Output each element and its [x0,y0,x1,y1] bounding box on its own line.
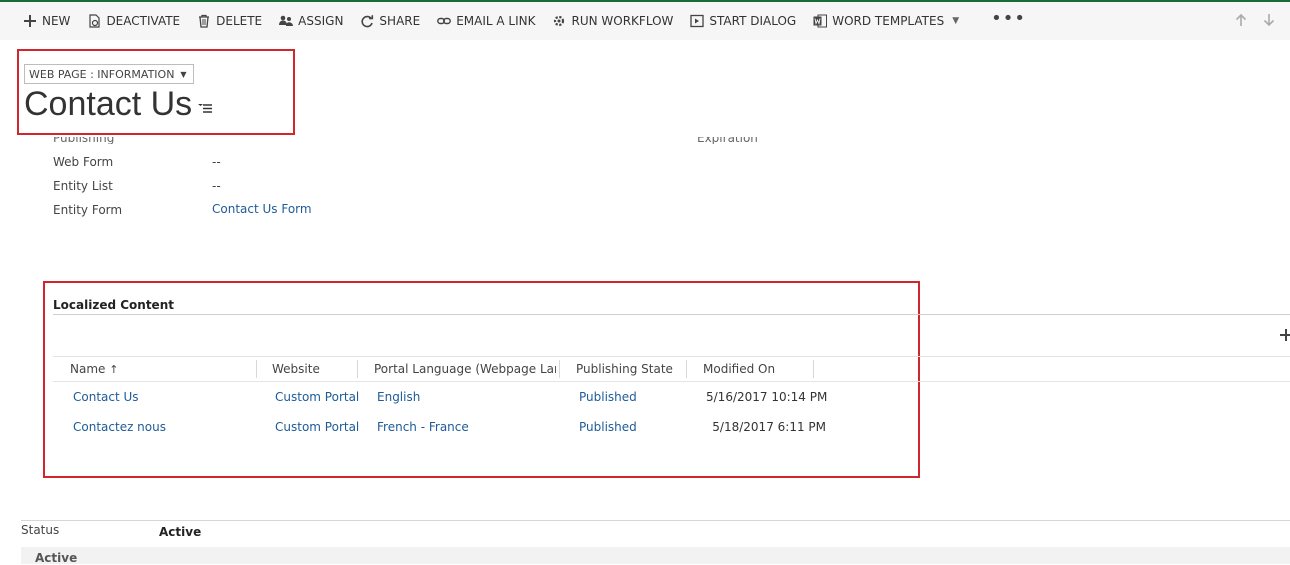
row-website-link[interactable]: Custom Portal [275,390,359,404]
deactivate-button[interactable]: DEACTIVATE [78,2,188,40]
column-separator[interactable] [357,360,358,378]
assign-icon [278,13,294,29]
row-website-link[interactable]: Custom Portal [275,420,359,434]
status-footer-bar [21,547,1290,564]
row-modified-on: 5/18/2017 6:11 PM [712,420,826,434]
delete-button[interactable]: DELETE [188,2,270,40]
field-value-entity-list[interactable]: -- [212,179,221,193]
hidden-field-label-right: Expiration Date [697,137,758,144]
form-selector-dropdown[interactable]: WEB PAGE : INFORMATION ▼ [24,64,194,84]
field-value-entity-form-link[interactable]: Contact Us Form [212,202,312,216]
workflow-icon [551,13,567,29]
column-separator[interactable] [559,360,560,378]
localized-content-section-title: Localized Content [53,298,174,312]
assign-button[interactable]: ASSIGN [270,2,351,40]
share-button[interactable]: SHARE [351,2,428,40]
word-templates-button-label: WORD TEMPLATES [832,14,945,28]
plus-icon [22,13,38,29]
column-separator[interactable] [256,360,257,378]
status-divider [21,520,1290,521]
row-language-link[interactable]: English [377,390,420,404]
delete-button-label: DELETE [216,14,263,28]
row-modified-on: 5/16/2017 10:14 PM [706,390,828,404]
arrow-down-icon[interactable] [1262,13,1278,29]
column-header-name[interactable]: Name ↑ [70,362,118,376]
add-record-icon[interactable] [1279,327,1290,341]
row-language-link[interactable]: French - France [377,420,469,434]
form-selector-label: WEB PAGE : INFORMATION [29,67,175,81]
status-label: Status [21,523,60,537]
status-footer-text: Active [35,551,78,565]
title-menu-icon[interactable] [196,100,216,116]
share-icon [359,13,375,29]
row-name-link[interactable]: Contactez nous [73,420,166,434]
assign-button-label: ASSIGN [298,14,344,28]
record-navigation [1234,2,1290,40]
row-name-link[interactable]: Contact Us [73,390,139,404]
new-button-label: NEW [42,14,71,28]
column-header-modified-on[interactable]: Modified On [703,362,775,376]
column-separator[interactable] [686,360,687,378]
column-header-website[interactable]: Website [272,362,320,376]
sort-ascending-icon: ↑ [109,363,119,376]
new-button[interactable]: NEW [0,2,78,40]
email-link-button-label: EMAIL A LINK [456,14,536,28]
hidden-field-label: Publishing State [53,137,115,144]
command-bar: NEW DEACTIVATE DELETE ASSIGN SHARE EMAIL… [0,2,1290,40]
field-label-entity-list: Entity List [53,179,113,193]
field-label-web-form: Web Form [53,155,114,169]
status-value: Active [159,525,202,539]
share-button-label: SHARE [379,14,421,28]
section-divider [53,314,1290,315]
field-label-entity-form: Entity Form [53,203,123,217]
page-title: Contact Us [24,85,193,123]
column-header-portal-language[interactable]: Portal Language (Webpage Lang... [374,362,556,376]
trash-icon [196,13,212,29]
start-dialog-button[interactable]: START DIALOG [681,2,804,40]
email-link-button[interactable]: EMAIL A LINK [428,2,543,40]
arrow-up-icon[interactable] [1234,13,1250,29]
column-separator[interactable] [813,360,814,378]
row-state-link[interactable]: Published [579,390,637,404]
row-state-link[interactable]: Published [579,420,637,434]
dialog-icon [689,13,705,29]
column-header-name-label: Name [70,362,106,376]
word-templates-button[interactable]: WORD TEMPLATES ▼ [804,2,967,40]
run-workflow-button[interactable]: RUN WORKFLOW [543,2,681,40]
caret-down-icon: ▼ [180,69,187,79]
deactivate-icon [86,13,102,29]
start-dialog-button-label: START DIALOG [709,14,797,28]
run-workflow-button-label: RUN WORKFLOW [571,14,674,28]
chevron-down-icon: ▼ [952,16,960,26]
more-commands-button[interactable]: ••• [967,0,1040,43]
field-value-web-form[interactable]: -- [212,155,221,169]
link-icon [436,13,452,29]
localized-content-grid-header: Name ↑ Website Portal Language (Webpage … [53,356,1290,382]
word-icon [812,13,828,29]
deactivate-button-label: DEACTIVATE [106,14,181,28]
column-header-publishing-state[interactable]: Publishing State [576,362,673,376]
